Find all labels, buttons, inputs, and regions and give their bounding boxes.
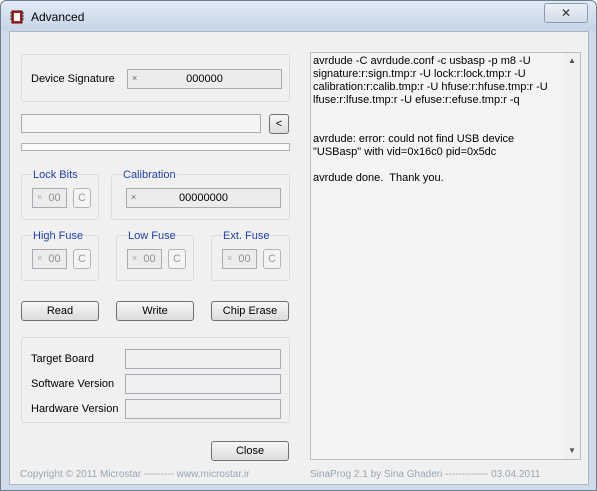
device-signature-field: × 000000 xyxy=(127,69,282,89)
target-board-label: Target Board xyxy=(31,353,94,365)
footer-copyright: Copyright © 2011 Microstar --------- www… xyxy=(20,469,250,480)
selector-field[interactable] xyxy=(21,114,261,133)
high-fuse-field: × 00 xyxy=(32,249,67,269)
back-button[interactable]: < xyxy=(269,114,289,134)
device-signature-group: Device Signature × 000000 xyxy=(21,54,290,102)
clear-icon: × xyxy=(227,253,233,263)
read-button[interactable]: Read xyxy=(21,301,99,321)
clear-icon: × xyxy=(37,192,43,202)
device-signature-label: Device Signature xyxy=(31,73,115,85)
ext-fuse-field: × 00 xyxy=(222,249,257,269)
log-scrollbar[interactable]: ▲ ▼ xyxy=(564,53,580,459)
ext-fuse-group: Ext. Fuse × 00 C xyxy=(211,230,290,281)
chip-icon xyxy=(10,10,24,24)
lock-bits-label: Lock Bits xyxy=(32,169,79,181)
client-area: Device Signature × 000000 < Lock Bits × … xyxy=(9,31,589,485)
scroll-up-icon[interactable]: ▲ xyxy=(564,53,580,69)
calibration-value: 00000000 xyxy=(179,192,228,204)
lock-bits-value: 00 xyxy=(48,192,61,204)
write-button[interactable]: Write xyxy=(116,301,194,321)
clear-icon: × xyxy=(37,253,43,263)
footer-credits: SinaProg 2.1 by Sina Ghaderi -----------… xyxy=(310,469,541,480)
target-board-field xyxy=(125,349,281,369)
window-title: Advanced xyxy=(31,10,85,24)
high-fuse-value: 00 xyxy=(48,253,61,265)
calibration-group: Calibration × 00000000 xyxy=(111,169,290,220)
low-fuse-value: 00 xyxy=(143,253,156,265)
high-fuse-label: High Fuse xyxy=(32,230,85,242)
ext-fuse-value: 00 xyxy=(238,253,251,265)
info-group: Target Board Software Version Hardware V… xyxy=(21,337,290,423)
calibration-label: Calibration xyxy=(122,169,177,181)
high-fuse-group: High Fuse × 00 C xyxy=(21,230,99,281)
high-fuse-c-button[interactable]: C xyxy=(73,249,91,269)
scroll-down-icon[interactable]: ▼ xyxy=(564,443,580,459)
calibration-field: × 00000000 xyxy=(126,188,281,208)
log-text: avrdude -C avrdude.conf -c usbasp -p m8 … xyxy=(313,55,548,184)
lock-bits-c-button[interactable]: C xyxy=(73,188,91,208)
ext-fuse-c-button[interactable]: C xyxy=(263,249,281,269)
ext-fuse-label: Ext. Fuse xyxy=(222,230,271,242)
clear-icon: × xyxy=(132,253,138,263)
low-fuse-c-button[interactable]: C xyxy=(168,249,186,269)
window-close-button[interactable]: ✕ xyxy=(544,3,588,23)
software-version-field xyxy=(125,374,281,394)
progress-bar xyxy=(21,143,290,151)
close-button[interactable]: Close xyxy=(211,441,289,461)
title-bar[interactable]: Advanced ✕ xyxy=(1,1,596,31)
lock-bits-group: Lock Bits × 00 C xyxy=(21,169,99,220)
software-version-label: Software Version xyxy=(31,378,115,390)
chip-erase-button[interactable]: Chip Erase xyxy=(211,301,289,321)
device-signature-value: 000000 xyxy=(186,73,223,85)
advanced-window: Advanced ✕ Device Signature × 000000 < L… xyxy=(0,0,597,491)
low-fuse-field: × 00 xyxy=(127,249,162,269)
lock-bits-field: × 00 xyxy=(32,188,67,208)
low-fuse-group: Low Fuse × 00 C xyxy=(116,230,194,281)
hardware-version-field xyxy=(125,399,281,419)
log-output[interactable]: avrdude -C avrdude.conf -c usbasp -p m8 … xyxy=(310,52,581,460)
low-fuse-label: Low Fuse xyxy=(127,230,177,242)
close-icon: ✕ xyxy=(560,6,572,20)
hardware-version-label: Hardware Version xyxy=(31,403,119,415)
